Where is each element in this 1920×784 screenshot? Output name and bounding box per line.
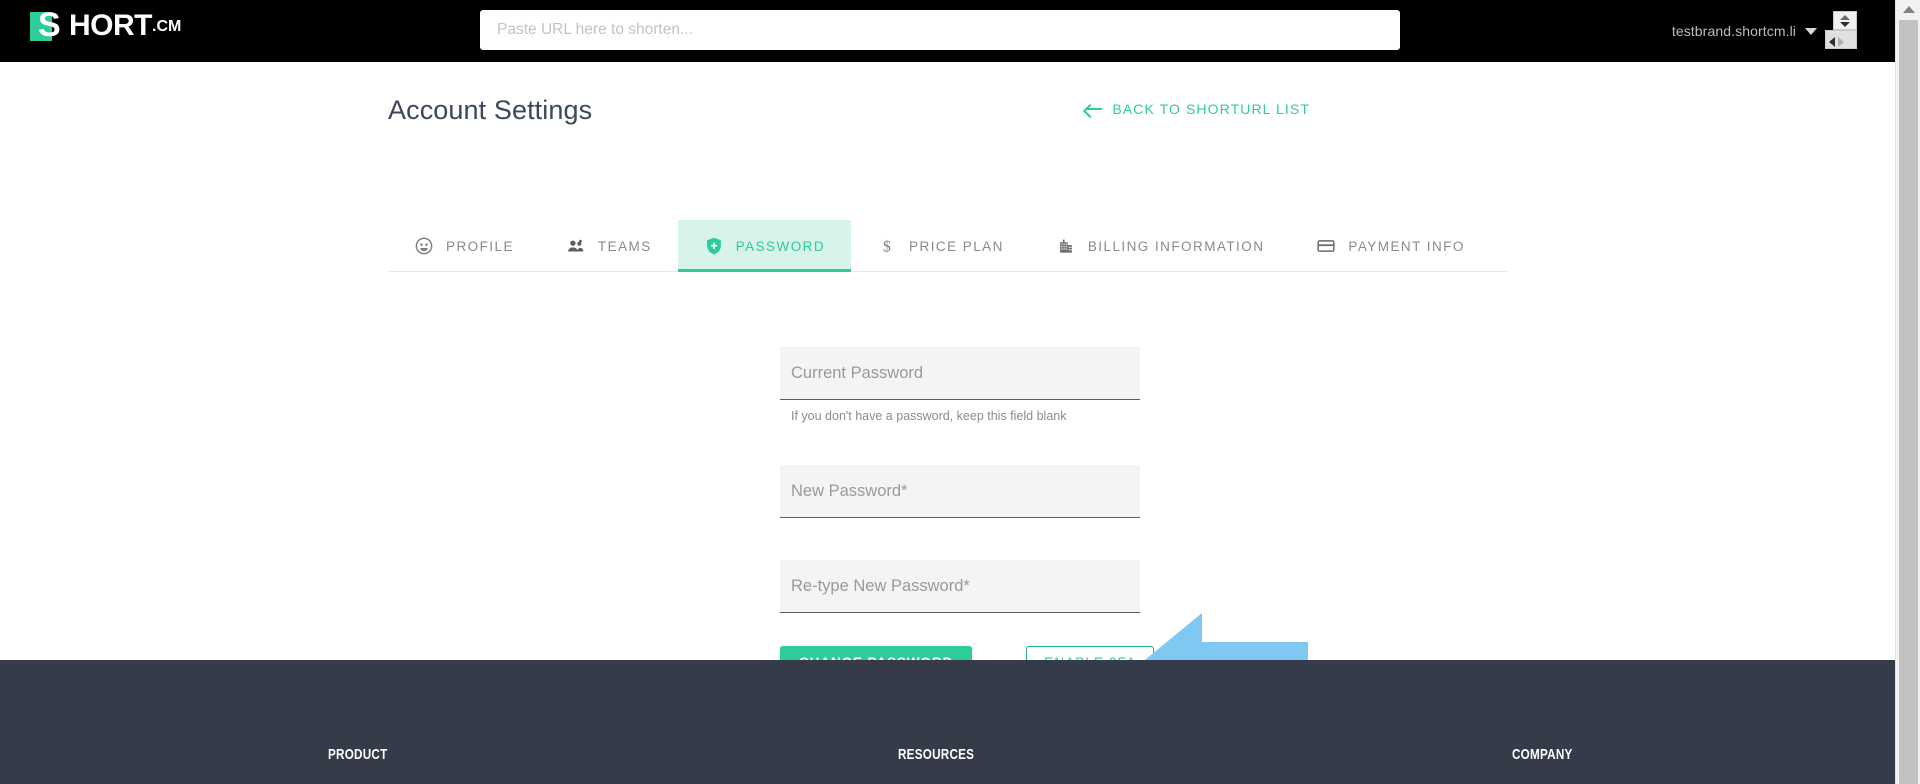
page-scrollbar[interactable] bbox=[1895, 0, 1920, 784]
form-spacer bbox=[780, 518, 1140, 560]
triangle-up-icon bbox=[1902, 5, 1915, 13]
current-password-input[interactable] bbox=[780, 347, 1140, 400]
triangle-up-icon bbox=[1840, 14, 1850, 20]
account-circle-icon bbox=[415, 237, 433, 255]
logo-letter: S bbox=[38, 5, 61, 44]
triangle-right-icon bbox=[1838, 37, 1844, 47]
tab-label: PAYMENT INFO bbox=[1348, 238, 1465, 254]
footer-column-heading-resources: RESOURCES bbox=[898, 746, 975, 763]
tab-label: PRICE PLAN bbox=[909, 238, 1004, 254]
page-header: Account Settings BACK TO SHORTURL LIST bbox=[0, 95, 1895, 137]
page-content: Account Settings BACK TO SHORTURL LIST P… bbox=[0, 62, 1895, 716]
tab-label: TEAMS bbox=[597, 238, 652, 254]
arrow-left-icon bbox=[1085, 102, 1103, 116]
new-password-field bbox=[780, 465, 1140, 518]
building-icon bbox=[1059, 239, 1072, 253]
account-domain-label: testbrand.shortcm.li bbox=[1671, 23, 1796, 39]
form-spacer bbox=[780, 423, 1140, 465]
site-footer: PRODUCT RESOURCES COMPANY bbox=[0, 660, 1895, 784]
tab-label: PASSWORD bbox=[735, 238, 826, 254]
shorten-url-field-wrapper bbox=[480, 10, 1400, 50]
tab-teams[interactable]: TEAMS bbox=[540, 220, 678, 272]
stepper-widget[interactable] bbox=[1825, 11, 1857, 49]
logo-mark-icon: S bbox=[30, 8, 61, 42]
back-link-label: BACK TO SHORTURL LIST bbox=[1112, 101, 1310, 117]
url-input[interactable] bbox=[480, 10, 1400, 50]
triangle-down-icon bbox=[1840, 21, 1850, 27]
svg-text:$: $ bbox=[883, 238, 891, 255]
chevron-down-icon bbox=[1805, 27, 1817, 35]
credit-card-icon bbox=[1317, 240, 1335, 252]
scrollbar-up-arrow[interactable] bbox=[1896, 0, 1920, 18]
stepper-left-right[interactable] bbox=[1825, 30, 1857, 49]
retype-new-password-input[interactable] bbox=[780, 560, 1140, 613]
dollar-icon: $ bbox=[883, 238, 891, 255]
new-password-input[interactable] bbox=[780, 465, 1140, 518]
logo-wordmark: HORT bbox=[69, 9, 153, 42]
retype-new-password-field bbox=[780, 560, 1140, 613]
current-password-help-text: If you don't have a password, keep this … bbox=[791, 409, 1067, 423]
back-to-shorturl-list-link[interactable]: BACK TO SHORTURL LIST bbox=[1085, 101, 1310, 117]
footer-column-heading-product: PRODUCT bbox=[328, 746, 388, 763]
tab-password[interactable]: PASSWORD bbox=[677, 220, 852, 272]
logo-tld: .CM bbox=[152, 18, 182, 35]
tab-price-plan[interactable]: $ PRICE PLAN bbox=[851, 220, 1030, 272]
stepper-up-down[interactable] bbox=[1833, 11, 1857, 30]
change-password-form: If you don't have a password, keep this … bbox=[780, 347, 1140, 613]
app-logo[interactable]: S HORT .CM bbox=[30, 8, 182, 42]
scrollbar-thumb[interactable] bbox=[1899, 20, 1918, 784]
triangle-left-icon bbox=[1829, 37, 1835, 47]
footer-column-heading-company: COMPANY bbox=[1512, 746, 1573, 763]
tab-label: BILLING INFORMATION bbox=[1087, 238, 1265, 254]
shield-icon bbox=[706, 237, 721, 255]
top-header-bar: S HORT .CM testbrand.shortcm.li bbox=[0, 0, 1895, 62]
tab-label: PROFILE bbox=[446, 238, 514, 254]
account-menu-button[interactable]: testbrand.shortcm.li bbox=[1672, 0, 1817, 62]
tab-billing-information[interactable]: BILLING INFORMATION bbox=[1030, 220, 1291, 272]
current-password-field: If you don't have a password, keep this … bbox=[780, 347, 1140, 423]
settings-tab-bar: PROFILE TEAMS PASSWORD $ PRICE PLAN BILL… bbox=[388, 220, 1508, 272]
people-icon bbox=[568, 239, 584, 252]
page-title: Account Settings bbox=[388, 95, 593, 125]
tab-payment-info[interactable]: PAYMENT INFO bbox=[1290, 220, 1490, 272]
tab-profile[interactable]: PROFILE bbox=[388, 220, 540, 272]
